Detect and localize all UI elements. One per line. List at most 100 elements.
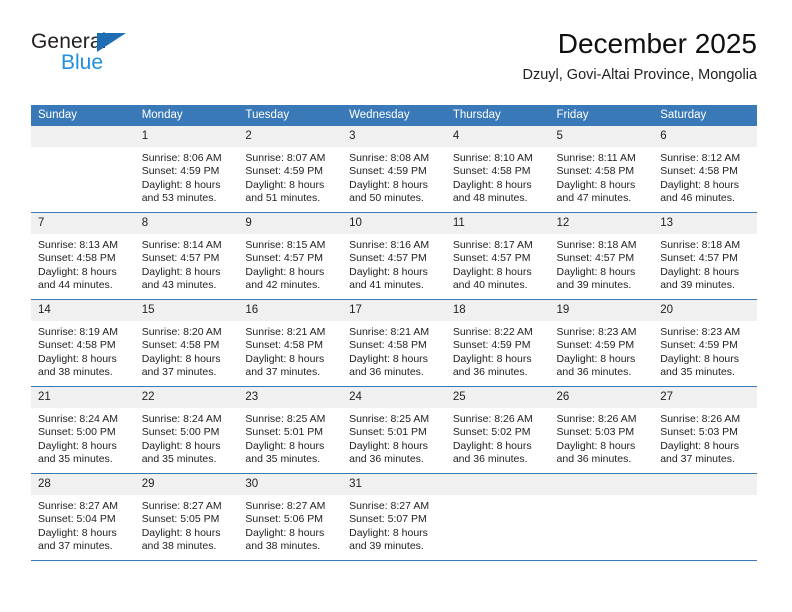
day-number: 15 (134, 300, 239, 321)
calendar-day-cell[interactable]: 7 Sunrise: 8:13 AM Sunset: 4:58 PM Daylight… (31, 212, 135, 300)
day-number (549, 474, 654, 495)
sunrise-text: Sunrise: 8:20 AM (141, 326, 222, 338)
day-details: Sunrise: 8:24 AM Sunset: 5:00 PM Daylight:… (135, 408, 239, 467)
sunrise-text: Sunrise: 8:27 AM (349, 500, 430, 512)
calendar-day-cell[interactable]: 31 Sunrise: 8:27 AM Sunset: 5:07 PM Dayligh… (342, 473, 446, 561)
calendar-day-cell[interactable]: 1 Sunrise: 8:06 AM Sunset: 4:59 PM Daylight… (134, 126, 239, 213)
day-cell-inner: 26 Sunrise: 8:26 AM Sunset: 5:03 PM Dayligh… (549, 387, 654, 473)
calendar-day-cell[interactable]: 4 Sunrise: 8:10 AM Sunset: 4:58 PM Daylight… (445, 126, 550, 213)
sunrise-text: Sunrise: 8:18 AM (556, 239, 637, 251)
daylight-text: Daylight: 8 hours (452, 352, 532, 365)
daylight-text: Daylight: 8 hours (349, 352, 428, 365)
sunset-text: Sunset: 5:00 PM (38, 426, 116, 439)
calendar-day-cell[interactable]: 11 Sunrise: 8:17 AM Sunset: 4:57 PM Dayligh… (445, 212, 550, 300)
daylight-text: and 42 minutes. (245, 279, 321, 292)
calendar-day-cell[interactable]: 6 Sunrise: 8:12 AM Sunset: 4:58 PM Daylight… (653, 126, 757, 213)
calendar-day-cell[interactable]: 27 Sunrise: 8:26 AM Sunset: 5:03 PM Dayligh… (653, 386, 757, 474)
calendar-day-cell[interactable]: 21 Sunrise: 8:24 AM Sunset: 5:00 PM Dayligh… (31, 386, 135, 474)
sunrise-text: Sunrise: 8:10 AM (452, 152, 533, 164)
weekday-header-saturday: Saturday (653, 105, 757, 126)
day-details: Sunrise: 8:26 AM Sunset: 5:03 PM Daylight:… (550, 408, 654, 467)
calendar-day-cell-empty (653, 473, 757, 561)
sunset-text: Sunset: 4:57 PM (245, 252, 324, 265)
title-block: December 2025 Dzuyl, Govi-Altai Province… (522, 26, 757, 86)
daylight-text: and 50 minutes. (349, 192, 424, 205)
sunrise-text: Sunrise: 8:18 AM (660, 239, 741, 251)
sunrise-text: Sunrise: 8:19 AM (38, 326, 118, 338)
calendar-day-cell[interactable]: 20 Sunrise: 8:23 AM Sunset: 4:59 PM Dayligh… (653, 299, 757, 387)
daylight-text: Daylight: 8 hours (349, 265, 428, 278)
weekday-header-tuesday: Tuesday (238, 105, 343, 126)
calendar-day-cell[interactable]: 3 Sunrise: 8:08 AM Sunset: 4:59 PM Daylight… (342, 126, 446, 213)
day-number: 24 (342, 387, 446, 408)
sunset-text: Sunset: 4:57 PM (349, 252, 427, 265)
calendar-day-cell[interactable]: 30 Sunrise: 8:27 AM Sunset: 5:06 PM Dayligh… (238, 473, 343, 561)
calendar-day-cell[interactable]: 28 Sunrise: 8:27 AM Sunset: 5:04 PM Dayligh… (31, 473, 135, 561)
calendar-day-cell[interactable]: 22 Sunrise: 8:24 AM Sunset: 5:00 PM Dayligh… (134, 386, 239, 474)
daylight-text: Daylight: 8 hours (38, 526, 117, 539)
calendar-day-cell[interactable]: 16 Sunrise: 8:21 AM Sunset: 4:58 PM Dayligh… (238, 299, 343, 387)
generalblue-logo[interactable]: General Blue (31, 30, 231, 90)
day-details: Sunrise: 8:25 AM Sunset: 5:01 PM Daylight:… (238, 408, 342, 467)
daylight-text: and 36 minutes. (556, 366, 632, 379)
day-number: 27 (653, 387, 757, 408)
day-number: 20 (653, 300, 757, 321)
day-details: Sunrise: 8:23 AM Sunset: 4:59 PM Daylight:… (653, 321, 757, 380)
day-cell-inner: 2 Sunrise: 8:07 AM Sunset: 4:59 PM Daylight… (238, 126, 343, 212)
day-number: 13 (653, 213, 757, 234)
daylight-text: and 37 minutes. (38, 540, 113, 553)
calendar-week-row: 1 Sunrise: 8:06 AM Sunset: 4:59 PM Daylight… (31, 126, 757, 213)
calendar-week-row: 28 Sunrise: 8:27 AM Sunset: 5:04 PM Dayligh… (31, 473, 757, 561)
calendar-day-cell[interactable]: 12 Sunrise: 8:18 AM Sunset: 4:57 PM Dayligh… (549, 212, 654, 300)
daylight-text: and 37 minutes. (141, 366, 217, 379)
daylight-text: Daylight: 8 hours (556, 352, 636, 365)
day-number: 18 (445, 300, 550, 321)
calendar-day-cell[interactable]: 25 Sunrise: 8:26 AM Sunset: 5:02 PM Dayligh… (445, 386, 550, 474)
day-cell-inner: 17 Sunrise: 8:21 AM Sunset: 4:58 PM Dayligh… (342, 300, 446, 386)
sunrise-text: Sunrise: 8:06 AM (141, 152, 222, 164)
day-number: 9 (238, 213, 343, 234)
sunset-text: Sunset: 5:02 PM (452, 426, 531, 439)
calendar-day-cell[interactable]: 15 Sunrise: 8:20 AM Sunset: 4:58 PM Dayligh… (134, 299, 239, 387)
sunrise-text: Sunrise: 8:17 AM (452, 239, 533, 251)
day-number: 10 (342, 213, 446, 234)
day-cell-inner: 19 Sunrise: 8:23 AM Sunset: 4:59 PM Dayligh… (549, 300, 654, 386)
sunset-text: Sunset: 4:57 PM (452, 252, 531, 265)
day-cell-inner: 20 Sunrise: 8:23 AM Sunset: 4:59 PM Dayligh… (653, 300, 757, 386)
day-cell-inner: 1 Sunrise: 8:06 AM Sunset: 4:59 PM Daylight… (134, 126, 239, 212)
calendar-day-cell[interactable]: 10 Sunrise: 8:16 AM Sunset: 4:57 PM Dayligh… (342, 212, 446, 300)
calendar-day-cell[interactable]: 18 Sunrise: 8:22 AM Sunset: 4:59 PM Dayligh… (445, 299, 550, 387)
daylight-text: and 37 minutes. (245, 366, 321, 379)
calendar-day-cell[interactable]: 26 Sunrise: 8:26 AM Sunset: 5:03 PM Dayligh… (549, 386, 654, 474)
calendar-day-cell[interactable]: 29 Sunrise: 8:27 AM Sunset: 5:05 PM Dayligh… (134, 473, 239, 561)
calendar-day-cell[interactable]: 17 Sunrise: 8:21 AM Sunset: 4:58 PM Dayligh… (342, 299, 446, 387)
daylight-text: and 38 minutes. (38, 366, 113, 379)
calendar-day-cell[interactable]: 9 Sunrise: 8:15 AM Sunset: 4:57 PM Daylight… (238, 212, 343, 300)
calendar-day-cell[interactable]: 13 Sunrise: 8:18 AM Sunset: 4:57 PM Dayligh… (653, 212, 757, 300)
calendar-day-cell[interactable]: 8 Sunrise: 8:14 AM Sunset: 4:57 PM Daylight… (134, 212, 239, 300)
calendar-day-cell[interactable]: 24 Sunrise: 8:25 AM Sunset: 5:01 PM Dayligh… (342, 386, 446, 474)
page-subtitle: Dzuyl, Govi-Altai Province, Mongolia (522, 67, 757, 83)
daylight-text: and 36 minutes. (349, 366, 424, 379)
daylight-text: Daylight: 8 hours (141, 178, 221, 191)
calendar-day-cell[interactable]: 5 Sunrise: 8:11 AM Sunset: 4:58 PM Daylight… (549, 126, 654, 213)
calendar-head: Sunday Monday Tuesday Wednesday Thursday… (31, 105, 757, 126)
day-number: 3 (342, 126, 446, 147)
sunset-text: Sunset: 5:03 PM (660, 426, 738, 439)
day-number: 11 (445, 213, 550, 234)
sunset-text: Sunset: 4:59 PM (349, 165, 427, 178)
daylight-text: Daylight: 8 hours (38, 352, 117, 365)
sunrise-text: Sunrise: 8:26 AM (556, 413, 637, 425)
calendar-day-cell[interactable]: 14 Sunrise: 8:19 AM Sunset: 4:58 PM Dayligh… (31, 299, 135, 387)
calendar-day-cell[interactable]: 23 Sunrise: 8:25 AM Sunset: 5:01 PM Dayligh… (238, 386, 343, 474)
daylight-text: and 40 minutes. (452, 279, 528, 292)
sunset-text: Sunset: 5:06 PM (245, 513, 324, 526)
day-number: 21 (31, 387, 135, 408)
day-number: 4 (445, 126, 550, 147)
day-number (445, 474, 550, 495)
day-details: Sunrise: 8:27 AM Sunset: 5:05 PM Daylight:… (135, 495, 239, 554)
calendar-week-row: 21 Sunrise: 8:24 AM Sunset: 5:00 PM Dayligh… (31, 386, 757, 474)
calendar-day-cell[interactable]: 19 Sunrise: 8:23 AM Sunset: 4:59 PM Dayligh… (549, 299, 654, 387)
calendar-day-cell[interactable]: 2 Sunrise: 8:07 AM Sunset: 4:59 PM Daylight… (238, 126, 343, 213)
daylight-text: Daylight: 8 hours (660, 178, 740, 191)
